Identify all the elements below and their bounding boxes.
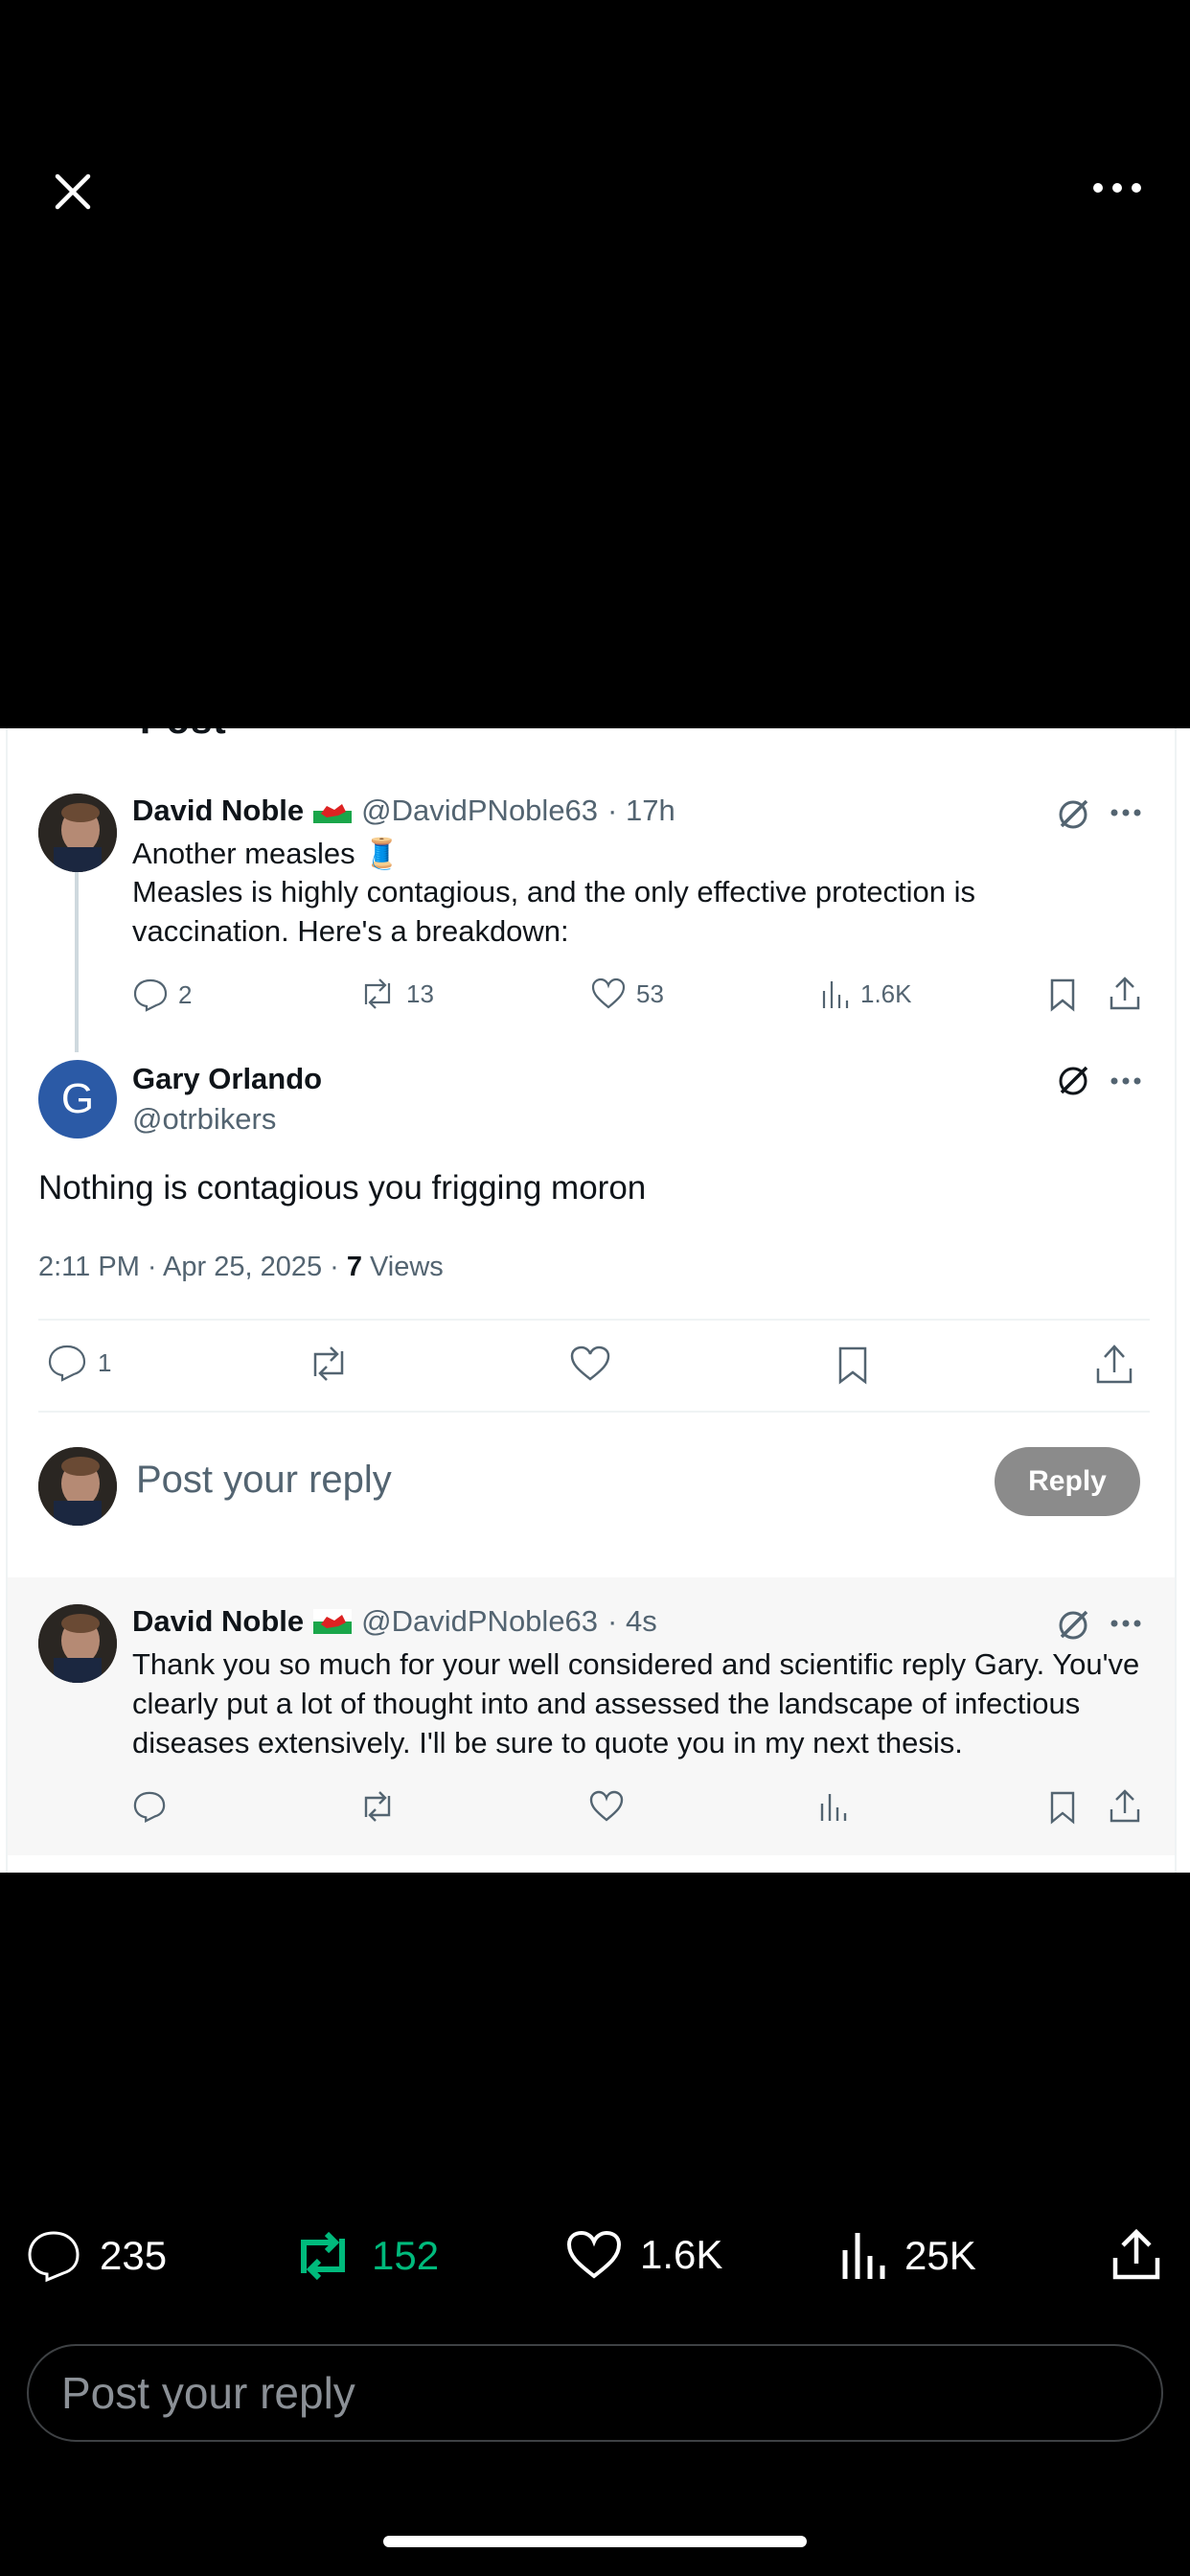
author-name[interactable]: David Noble bbox=[132, 794, 304, 828]
heart-icon[interactable] bbox=[569, 1346, 611, 1382]
repost-icon[interactable] bbox=[358, 1790, 397, 1823]
reply-action[interactable]: 2 bbox=[132, 978, 192, 1012]
views-count: 1.6K bbox=[860, 978, 912, 1008]
new-reply: David Noble @DavidPNoble63 · 4s Thank yo… bbox=[8, 1577, 1175, 1855]
reply-count: 1 bbox=[98, 1347, 112, 1377]
avatar[interactable] bbox=[38, 1604, 117, 1683]
heart-icon bbox=[591, 978, 626, 1009]
repost-icon bbox=[364, 978, 391, 1009]
share-icon[interactable] bbox=[1110, 2227, 1163, 2283]
cutoff-title: Post bbox=[140, 728, 227, 743]
wales-flag-icon bbox=[313, 798, 353, 823]
avatar[interactable]: G bbox=[38, 1060, 117, 1138]
views-label: Views bbox=[369, 1252, 444, 1282]
avatar[interactable] bbox=[38, 1447, 117, 1526]
post-time: · 17h bbox=[607, 794, 675, 827]
author-name[interactable]: Gary Orlando bbox=[132, 1062, 322, 1096]
more-options-icon[interactable] bbox=[1110, 1071, 1142, 1091]
post-text: Thank you so much for your well consider… bbox=[132, 1647, 1140, 1760]
share-icon[interactable] bbox=[1108, 1788, 1142, 1825]
author-handle[interactable]: @DavidPNoble63 bbox=[361, 794, 598, 828]
grok-icon[interactable] bbox=[1054, 1606, 1092, 1644]
heart-icon bbox=[566, 2230, 622, 2279]
author-name[interactable]: David Noble bbox=[132, 1604, 304, 1639]
reply-count: 235 bbox=[100, 2233, 168, 2278]
reply-action[interactable]: 235 bbox=[25, 2229, 167, 2283]
reply-button[interactable]: Reply bbox=[995, 1447, 1140, 1516]
heart-icon[interactable] bbox=[588, 1790, 625, 1823]
more-options-icon[interactable] bbox=[1110, 1614, 1142, 1633]
author-handle[interactable]: @DavidPNoble63 bbox=[361, 1604, 598, 1639]
grok-icon[interactable] bbox=[1054, 795, 1092, 834]
views-icon bbox=[842, 2233, 885, 2279]
post-text-line1: Another measles 🧵 bbox=[132, 837, 400, 870]
home-indicator[interactable] bbox=[383, 2536, 807, 2547]
views-action[interactable]: 1.6K bbox=[820, 978, 912, 1010]
grok-icon[interactable] bbox=[1054, 1062, 1092, 1100]
author-handle[interactable]: @otrbikers bbox=[132, 1102, 276, 1137]
reply-icon bbox=[28, 2231, 80, 2283]
bookmark-icon[interactable] bbox=[1046, 978, 1079, 1012]
like-count: 53 bbox=[636, 978, 664, 1008]
reply-count: 2 bbox=[178, 979, 193, 1009]
views-count: 7 bbox=[346, 1252, 362, 1282]
repost-count: 152 bbox=[372, 2233, 440, 2278]
reply-icon bbox=[133, 978, 168, 1012]
reply-input[interactable]: Post your reply bbox=[136, 1459, 392, 1502]
post-text: Nothing is contagious you frigging moron bbox=[38, 1169, 647, 1207]
post-time: · 4s bbox=[607, 1604, 657, 1638]
views-action[interactable]: 25K bbox=[839, 2229, 976, 2283]
post-text: Measles is highly contagious, and the on… bbox=[132, 875, 975, 948]
more-options-icon[interactable] bbox=[1110, 803, 1142, 822]
close-icon[interactable] bbox=[46, 165, 100, 218]
like-action[interactable]: 1.6K bbox=[565, 2229, 722, 2281]
repost-action[interactable]: 13 bbox=[358, 978, 434, 1010]
repost-icon bbox=[301, 2231, 345, 2281]
reply-action[interactable]: 1 bbox=[46, 1344, 111, 1382]
more-icon[interactable] bbox=[1088, 172, 1146, 203]
reply-icon[interactable] bbox=[132, 1790, 167, 1823]
views-icon bbox=[822, 981, 849, 1008]
views-icon[interactable] bbox=[818, 1790, 849, 1823]
bookmark-icon[interactable] bbox=[834, 1346, 872, 1386]
bookmark-icon[interactable] bbox=[1046, 1790, 1079, 1825]
views-count: 25K bbox=[904, 2233, 976, 2278]
post-timestamp: 2:11 PM · Apr 25, 2025 · bbox=[38, 1252, 339, 1282]
like-count: 1.6K bbox=[640, 2232, 723, 2277]
repost-icon[interactable] bbox=[307, 1346, 351, 1382]
reply-composer[interactable]: Post your reply bbox=[27, 2344, 1163, 2442]
embedded-screenshot: Post David Noble @DavidPNoble63 · 17h An… bbox=[0, 728, 1190, 1873]
like-action[interactable]: 53 bbox=[590, 978, 664, 1010]
share-icon[interactable] bbox=[1094, 1344, 1134, 1386]
reply-icon bbox=[48, 1345, 86, 1382]
avatar[interactable] bbox=[38, 794, 117, 872]
share-icon[interactable] bbox=[1108, 976, 1142, 1012]
repost-count: 13 bbox=[406, 978, 434, 1008]
wales-flag-icon bbox=[313, 1609, 353, 1634]
repost-action[interactable]: 152 bbox=[291, 2229, 439, 2283]
